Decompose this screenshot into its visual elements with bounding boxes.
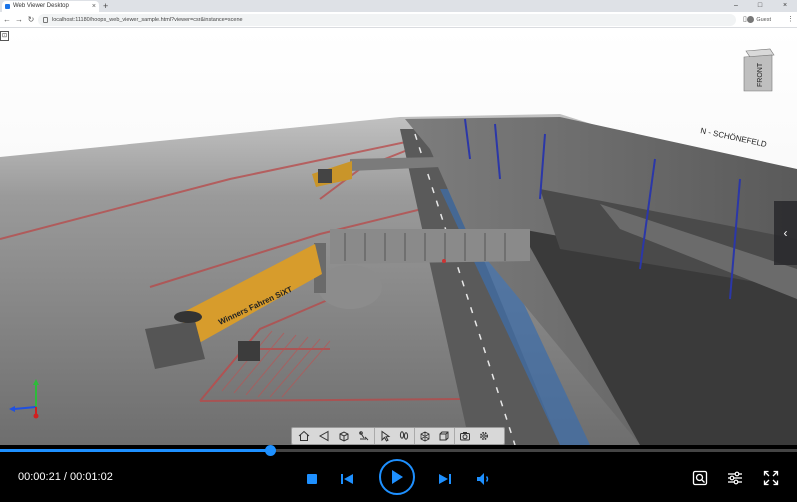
skip-back-icon	[341, 474, 353, 484]
fullscreen-icon	[763, 470, 779, 486]
url-text: localhost:11180/hoops_web_viewer_sample.…	[52, 17, 243, 23]
explode-button[interactable]	[414, 428, 434, 444]
far-bridge-head	[318, 169, 332, 183]
box-icon	[439, 431, 449, 441]
player-controls: 00:00:21 / 00:01:02	[0, 456, 797, 502]
fullscreen-button[interactable]	[761, 468, 781, 488]
cab-canopy	[174, 311, 202, 323]
sliders-icon	[728, 471, 742, 485]
reload-icon[interactable]: ↻	[26, 14, 36, 26]
settings-button[interactable]	[474, 428, 494, 444]
settings-sliders-button[interactable]	[725, 468, 745, 488]
side-panel-icon[interactable]: ▯	[743, 14, 747, 26]
play-icon	[392, 470, 403, 484]
forward-arrow-icon[interactable]: →	[14, 14, 24, 26]
view-orientation-button[interactable]	[334, 428, 354, 444]
profile-button[interactable]: Guest	[747, 14, 771, 26]
avatar	[747, 16, 755, 24]
camera-icon	[459, 432, 470, 441]
time-display: 00:00:21 / 00:01:02	[18, 471, 113, 483]
z-axis-end	[33, 413, 39, 419]
cube-icon	[339, 431, 349, 442]
close-window-button[interactable]: ×	[776, 0, 794, 12]
home-button[interactable]	[294, 428, 314, 444]
browser-window: Web Viewer Desktop × + – □ × ← → ↻ local…	[0, 0, 797, 502]
volume-button[interactable]	[474, 469, 494, 489]
progress-fill	[0, 449, 271, 452]
view-cube[interactable]: FRONT	[740, 47, 776, 93]
volume-icon	[477, 473, 489, 485]
select-button[interactable]	[374, 428, 394, 444]
x-axis-arrow	[9, 406, 15, 412]
image-search-icon	[692, 470, 708, 486]
home-icon	[298, 430, 310, 441]
new-tab-button[interactable]: +	[103, 0, 108, 12]
3d-viewport[interactable]: N - SCHÖNEFELD Winners Fahren SiXT ⊡ FRO…	[0, 29, 797, 445]
progress-scrubber-handle[interactable]	[265, 445, 277, 456]
camera-button[interactable]	[314, 428, 334, 444]
previous-button[interactable]	[338, 470, 356, 488]
tab-strip: Web Viewer Desktop × + – □ ×	[0, 0, 797, 12]
skip-forward-icon	[439, 474, 451, 484]
side-panel-toggle[interactable]: ‹	[774, 201, 797, 265]
redline-button[interactable]	[354, 428, 374, 444]
tab-close-icon[interactable]: ×	[92, 1, 96, 12]
x-axis-line	[13, 406, 37, 410]
browser-tab[interactable]: Web Viewer Desktop ×	[2, 1, 99, 12]
axis-triad	[9, 379, 39, 419]
site-info-icon[interactable]	[43, 17, 48, 23]
explode-cube-icon	[420, 431, 429, 442]
note-pin-icon	[359, 431, 369, 441]
address-bar-row: ← → ↻ localhost:11180/hoops_web_viewer_s…	[0, 12, 797, 28]
bridge-drive-unit	[238, 341, 260, 361]
camera-perspective-icon	[318, 430, 329, 442]
corner-toggle-button[interactable]: ⊡	[0, 31, 9, 41]
snapshot-button[interactable]	[454, 428, 474, 444]
viewer-toolbar	[291, 427, 505, 445]
stop-button[interactable]	[303, 470, 321, 488]
y-axis-arrow	[33, 379, 39, 385]
video-progress-bar[interactable]	[0, 445, 797, 456]
footprints-icon	[399, 431, 409, 440]
cutting-plane-button[interactable]	[434, 428, 454, 444]
stop-icon	[307, 474, 317, 484]
url-field[interactable]: localhost:11180/hoops_web_viewer_sample.…	[38, 14, 736, 26]
airport-scene: N - SCHÖNEFELD Winners Fahren SiXT	[0, 29, 797, 445]
near-bridge-walkway	[330, 229, 530, 264]
back-arrow-icon[interactable]: ←	[2, 14, 12, 26]
rotunda-base	[318, 265, 382, 309]
gear-icon	[479, 431, 489, 441]
maximize-button[interactable]: □	[751, 0, 769, 12]
walk-button[interactable]	[394, 428, 414, 444]
next-button[interactable]	[436, 470, 454, 488]
marker-point	[442, 259, 446, 263]
view-cube-face-label: FRONT	[757, 62, 764, 87]
zoom-search-button[interactable]	[690, 468, 710, 488]
tab-title: Web Viewer Desktop	[13, 3, 69, 9]
minimize-button[interactable]: –	[727, 0, 745, 12]
favicon-icon	[5, 4, 10, 9]
profile-label: Guest	[756, 17, 771, 23]
play-button[interactable]	[379, 459, 415, 495]
pointer-icon	[381, 430, 390, 442]
menu-kebab-icon[interactable]: ⋮	[787, 14, 794, 26]
